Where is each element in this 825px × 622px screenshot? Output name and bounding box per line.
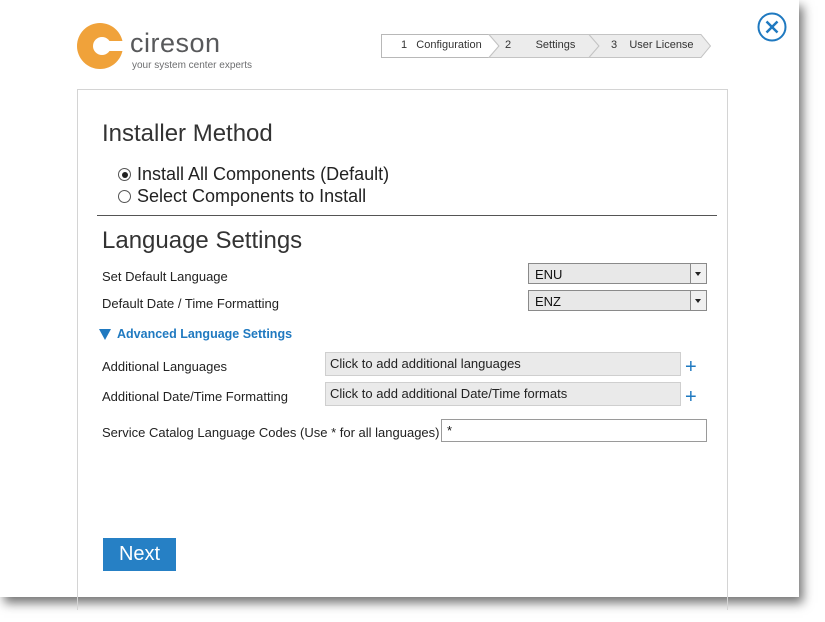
step-settings[interactable]: 2 Settings xyxy=(505,39,575,51)
catalog-codes-input[interactable] xyxy=(441,419,707,442)
installer-window: cireson your system center experts 1 Con… xyxy=(0,0,799,610)
language-settings-title: Language Settings xyxy=(102,227,303,254)
installer-method-title: Installer Method xyxy=(102,120,273,147)
chevron-down-icon[interactable] xyxy=(690,264,706,283)
step-user-license[interactable]: 3 User License xyxy=(611,39,694,51)
catalog-codes-label: Service Catalog Language Codes (Use * fo… xyxy=(102,425,440,440)
close-icon[interactable] xyxy=(757,12,787,42)
default-language-select[interactable]: ENU xyxy=(528,263,707,284)
radio-icon[interactable] xyxy=(118,168,131,181)
cireson-logo: cireson your system center experts xyxy=(76,22,276,74)
step-configuration[interactable]: 1 Configuration xyxy=(401,39,482,51)
logo-wordmark: cireson xyxy=(130,28,221,58)
next-button[interactable]: Next xyxy=(103,538,176,571)
additional-formats-field[interactable]: Click to add additional Date/Time format… xyxy=(325,382,681,406)
additional-languages-label: Additional Languages xyxy=(102,359,228,374)
add-format-plus-icon[interactable]: + xyxy=(685,387,697,407)
default-language-label: Set Default Language xyxy=(102,269,228,284)
additional-languages-field[interactable]: Click to add additional languages xyxy=(325,352,681,376)
logo-tagline: your system center experts xyxy=(132,60,253,71)
date-format-select[interactable]: ENZ xyxy=(528,290,707,311)
cireson-logo-icon xyxy=(77,23,124,69)
additional-formats-label: Additional Date/Time Formatting xyxy=(102,389,288,404)
triangle-down-icon xyxy=(99,328,111,340)
chevron-down-icon[interactable] xyxy=(690,291,706,310)
radio-icon[interactable] xyxy=(118,190,131,203)
option-select-components[interactable]: Select Components to Install xyxy=(118,186,366,207)
date-format-label: Default Date / Time Formatting xyxy=(102,296,280,311)
advanced-language-toggle[interactable]: Advanced Language Settings xyxy=(99,327,292,341)
option-install-all[interactable]: Install All Components (Default) xyxy=(118,164,389,185)
wizard-steps: 1 Configuration 2 Settings 3 User Licens… xyxy=(381,34,711,58)
section-divider xyxy=(97,215,717,216)
add-language-plus-icon[interactable]: + xyxy=(685,357,697,377)
